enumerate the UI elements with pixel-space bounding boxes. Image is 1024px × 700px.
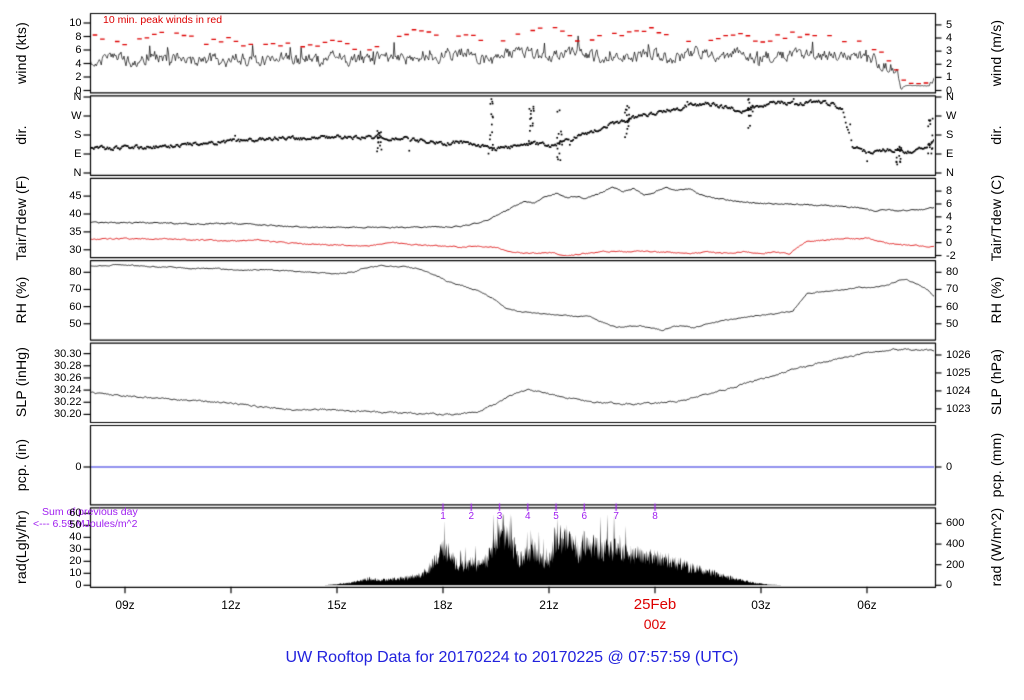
tick-label-right: N: [946, 91, 954, 103]
x-tick-label: 12z: [221, 598, 241, 612]
tick-label-left: 40: [69, 207, 82, 220]
tick-label-right: E: [946, 148, 954, 160]
sun-hour-number: 6: [581, 511, 588, 522]
sun-hour-number: 1: [440, 511, 446, 522]
tick-label-right: 1: [946, 71, 953, 84]
tick-label-left: 8: [75, 30, 82, 43]
tick-label-right: 60: [946, 300, 959, 313]
y-axis-label-left-temp: Tair/Tdew (F): [13, 175, 29, 261]
tick-label-left: 0: [75, 579, 82, 592]
tick-label-right: 2: [946, 223, 953, 236]
tick-label-left: 40: [69, 531, 82, 544]
tick-label-right: 4: [946, 32, 953, 45]
tick-label-left: 10: [69, 17, 82, 29]
x-tick-label: 03z: [751, 598, 771, 612]
peak-winds-annotation: 10 min. peak winds in red: [103, 14, 223, 26]
chart-title: UW Rooftop Data for 20170224 to 20170225…: [285, 649, 739, 666]
tick-label-left: N: [73, 91, 82, 103]
tick-label-right: S: [946, 129, 954, 141]
tick-label-left: 30.28: [53, 359, 82, 372]
tick-label-right: 3: [946, 45, 953, 58]
x-tick-label: 06z: [857, 598, 877, 612]
tick-label-right: 200: [946, 558, 965, 571]
tick-label-left: 45: [69, 190, 82, 203]
tick-label-left: 60: [69, 507, 82, 520]
tick-label-right: 50: [946, 317, 959, 330]
tick-label-right: 0: [946, 461, 953, 473]
tick-label-left: 0: [75, 461, 82, 473]
sun-hour-number: 3: [496, 511, 503, 522]
sun-hour-number: 4: [525, 511, 531, 522]
tick-label-right: 1024: [946, 384, 971, 397]
tick-label-right: N: [946, 167, 954, 179]
tick-label-right: 80: [946, 266, 959, 279]
tick-label-left: 6: [75, 44, 82, 56]
tick-label-left: 30: [69, 243, 82, 256]
tick-label-left: S: [74, 129, 82, 141]
tick-label-left: 80: [69, 266, 82, 279]
tick-label-right: 1023: [946, 402, 971, 415]
tick-label-left: 50: [69, 317, 82, 330]
sun-hour-number: 8: [652, 511, 658, 522]
tick-label-left: 30: [69, 543, 82, 556]
tick-label-right: 8: [946, 185, 953, 198]
chart-canvas: [0, 0, 1024, 700]
tick-label-left: E: [74, 148, 82, 160]
tick-label-right: 1026: [946, 348, 971, 361]
tick-label-left: 30.20: [53, 408, 82, 421]
tick-label-right: 4: [946, 210, 953, 223]
tick-label-left: 20: [69, 555, 82, 568]
x-tick-date-label: 25Feb: [633, 596, 677, 613]
tick-label-right: 400: [946, 538, 965, 551]
tick-label-left: 60: [69, 300, 82, 313]
tick-label-left: W: [71, 110, 82, 122]
tick-label-left: N: [73, 167, 82, 179]
y-axis-label-left-rad: rad(Lgly/hr): [13, 510, 29, 584]
tick-label-left: 35: [69, 225, 82, 238]
tick-label-left: 30.30: [53, 347, 82, 360]
tick-label-right: 0: [946, 579, 953, 592]
sun-hour-number: 7: [613, 511, 619, 522]
tick-label-right: 70: [946, 283, 959, 296]
tick-label-right: 600: [946, 517, 965, 530]
tick-label-left: 50: [69, 519, 82, 532]
tick-label-left: 4: [75, 57, 82, 70]
tick-label-right: -2: [946, 249, 956, 262]
x-tick-hour-label: 00z: [643, 616, 667, 632]
y-axis-label-left-rh: RH (%): [13, 276, 29, 324]
tick-label-right: 2: [946, 58, 953, 71]
tick-label-left: 70: [69, 283, 82, 296]
y-axis-label-left-dir: dir.: [13, 125, 29, 145]
sun-hour-number: 2: [468, 511, 475, 522]
tick-label-left: 30.22: [53, 396, 82, 409]
uw-rooftop-meteogram: wind (kts) dir. Tair/Tdew (F) RH (%) SLP…: [0, 0, 1024, 700]
x-tick-label: 21z: [539, 598, 559, 612]
tick-label-right: 1025: [946, 366, 971, 379]
tick-label-left: 30.26: [53, 371, 82, 384]
tick-label-right: W: [946, 110, 957, 122]
sun-hour-number: 5: [553, 511, 559, 522]
tick-label-right: 0: [946, 236, 953, 249]
x-tick-label: 18z: [433, 598, 453, 612]
y-axis-label-left-wind: wind (kts): [13, 22, 29, 84]
y-axis-label-left-pcp: pcp. (in): [13, 438, 29, 492]
x-tick-label: 15z: [327, 598, 347, 612]
tick-label-right: 5: [946, 18, 953, 31]
x-tick-label: 09z: [115, 598, 135, 612]
tick-label-left: 2: [75, 71, 82, 83]
tick-label-right: 6: [946, 197, 953, 210]
tick-label-left: 10: [69, 567, 82, 580]
tick-label-left: 30.24: [53, 384, 82, 397]
y-axis-label-left-slp: SLP (inHg): [13, 346, 29, 418]
